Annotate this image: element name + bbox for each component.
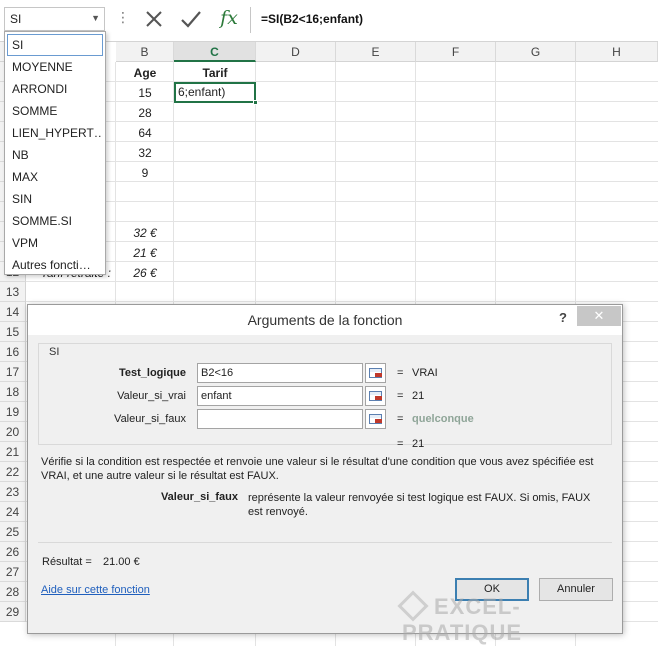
function-item[interactable]: LIEN_HYPERT… <box>7 122 103 144</box>
cell-b9[interactable]: 21 € <box>116 243 174 263</box>
row-header[interactable]: 26 <box>0 542 26 562</box>
test-logique-input[interactable]: B2<16 <box>197 363 363 383</box>
divider <box>38 542 612 543</box>
arg-result-test-logique: VRAI <box>412 367 438 379</box>
help-link[interactable]: Aide sur cette fonction <box>41 584 150 596</box>
function-item[interactable]: SI <box>7 34 103 56</box>
cell-b6[interactable]: 9 <box>116 163 174 183</box>
range-select-icon <box>369 368 382 378</box>
row-header[interactable]: 20 <box>0 422 26 442</box>
result-label: Résultat = <box>42 556 92 568</box>
close-button[interactable]: ✕ <box>577 306 621 326</box>
row-header[interactable]: 16 <box>0 342 26 362</box>
arg-label-valeur-si-faux: Valeur_si_faux <box>114 413 186 425</box>
row-header[interactable]: 18 <box>0 382 26 402</box>
result-value: 21.00 € <box>103 556 140 568</box>
column-header-f[interactable]: F <box>416 42 496 62</box>
valeur-si-faux-input[interactable] <box>197 409 363 429</box>
arg-label-test-logique: Test_logique <box>118 367 186 379</box>
column-header-d[interactable]: D <box>256 42 336 62</box>
cell-b4[interactable]: 64 <box>116 123 174 143</box>
function-item[interactable]: MAX <box>7 166 103 188</box>
row-header[interactable]: 23 <box>0 482 26 502</box>
valeur-si-vrai-input[interactable]: enfant <box>197 386 363 406</box>
arg-label-valeur-si-vrai: Valeur_si_vrai <box>117 390 186 402</box>
cancel-entry-button[interactable] <box>140 4 168 34</box>
column-header-e[interactable]: E <box>336 42 416 62</box>
cell-b10[interactable]: 26 € <box>116 263 174 283</box>
collapse-dialog-button[interactable] <box>365 409 386 429</box>
chevron-down-icon[interactable]: ▼ <box>91 13 100 23</box>
help-icon[interactable]: ? <box>556 310 570 328</box>
watermark: EXCEL-PRATIQUE <box>397 590 622 646</box>
function-dropdown: SI MOYENNE ARRONDI SOMME LIEN_HYPERT… NB MAX SI… <box>4 31 106 275</box>
argument-description: représente la valeur renvoyée si test lo… <box>248 492 591 518</box>
range-select-icon <box>369 414 382 424</box>
collapse-dialog-button[interactable] <box>365 363 386 383</box>
function-item[interactable]: MOYENNE <box>7 56 103 78</box>
function-item[interactable]: SOMME <box>7 100 103 122</box>
row-header[interactable]: 14 <box>0 302 26 322</box>
arg-result-valeur-si-vrai: 21 <box>412 390 425 402</box>
function-item[interactable]: VPM <box>7 232 103 254</box>
overall-result: 21 <box>412 438 425 450</box>
arg-eq: = <box>397 367 404 379</box>
cell-b5[interactable]: 32 <box>116 143 174 163</box>
arg-eq: = <box>397 390 404 402</box>
function-item[interactable]: Autres foncti… <box>7 254 103 276</box>
active-cell-text: 6;enfant) <box>178 85 226 99</box>
column-header-c[interactable]: C <box>174 42 256 62</box>
cell-b8[interactable]: 32 € <box>116 223 174 243</box>
collapse-dialog-button[interactable] <box>365 386 386 406</box>
function-arguments-dialog: Arguments de la fonction ? ✕ SI Test_log… <box>27 304 623 645</box>
row-header[interactable]: 24 <box>0 502 26 522</box>
check-icon <box>181 11 201 28</box>
gridline <box>26 221 658 222</box>
fill-handle[interactable] <box>253 100 258 105</box>
row-header[interactable]: 28 <box>0 582 26 602</box>
more-options-icon[interactable]: ⋮ <box>116 9 130 26</box>
function-description: Vérifie si la condition est respectée et… <box>41 456 594 482</box>
row-header[interactable]: 19 <box>0 402 26 422</box>
name-box[interactable]: SI ▼ <box>4 7 105 31</box>
row-header[interactable]: 29 <box>0 602 26 622</box>
arg-result-valeur-si-faux: quelconque <box>412 413 474 425</box>
formula-text: =SI(B2<16;enfant) <box>261 12 364 26</box>
argument-name: Valeur_si_faux <box>160 491 238 503</box>
function-item[interactable]: NB <box>7 144 103 166</box>
overall-eq: = <box>397 438 404 450</box>
cell-b1[interactable]: Age <box>116 63 174 83</box>
column-header-h[interactable]: H <box>576 42 658 62</box>
column-header-g[interactable]: G <box>496 42 576 62</box>
name-box-value: SI <box>10 12 22 26</box>
row-header[interactable]: 25 <box>0 522 26 542</box>
formula-input[interactable]: =SI(B2<16;enfant) <box>250 7 654 33</box>
row-header[interactable]: 15 <box>0 322 26 342</box>
row-header[interactable]: 27 <box>0 562 26 582</box>
cell-b3[interactable]: 28 <box>116 103 174 123</box>
active-cell-c2[interactable]: 6;enfant) <box>174 82 258 105</box>
group-label: SI <box>47 346 62 358</box>
insert-function-button[interactable]: fx <box>214 4 244 34</box>
cell-c1[interactable]: Tarif <box>174 63 256 83</box>
dialog-title: Arguments de la fonction <box>28 305 622 335</box>
cell-b2[interactable]: 15 <box>116 83 174 103</box>
function-item[interactable]: SIN <box>7 188 103 210</box>
gridline <box>26 301 658 302</box>
row-header[interactable]: 17 <box>0 362 26 382</box>
arg-eq: = <box>397 413 404 425</box>
column-header-b[interactable]: B <box>116 42 174 62</box>
row-header[interactable]: 22 <box>0 462 26 482</box>
range-select-icon <box>369 391 382 401</box>
cross-icon <box>146 11 162 27</box>
function-item[interactable]: SOMME.SI <box>7 210 103 232</box>
row-header[interactable]: 13 <box>0 282 26 302</box>
row-header[interactable]: 21 <box>0 442 26 462</box>
enter-button[interactable] <box>176 4 206 34</box>
watermark-logo-icon <box>397 590 429 622</box>
gridline <box>26 201 658 202</box>
function-item[interactable]: ARRONDI <box>7 78 103 100</box>
